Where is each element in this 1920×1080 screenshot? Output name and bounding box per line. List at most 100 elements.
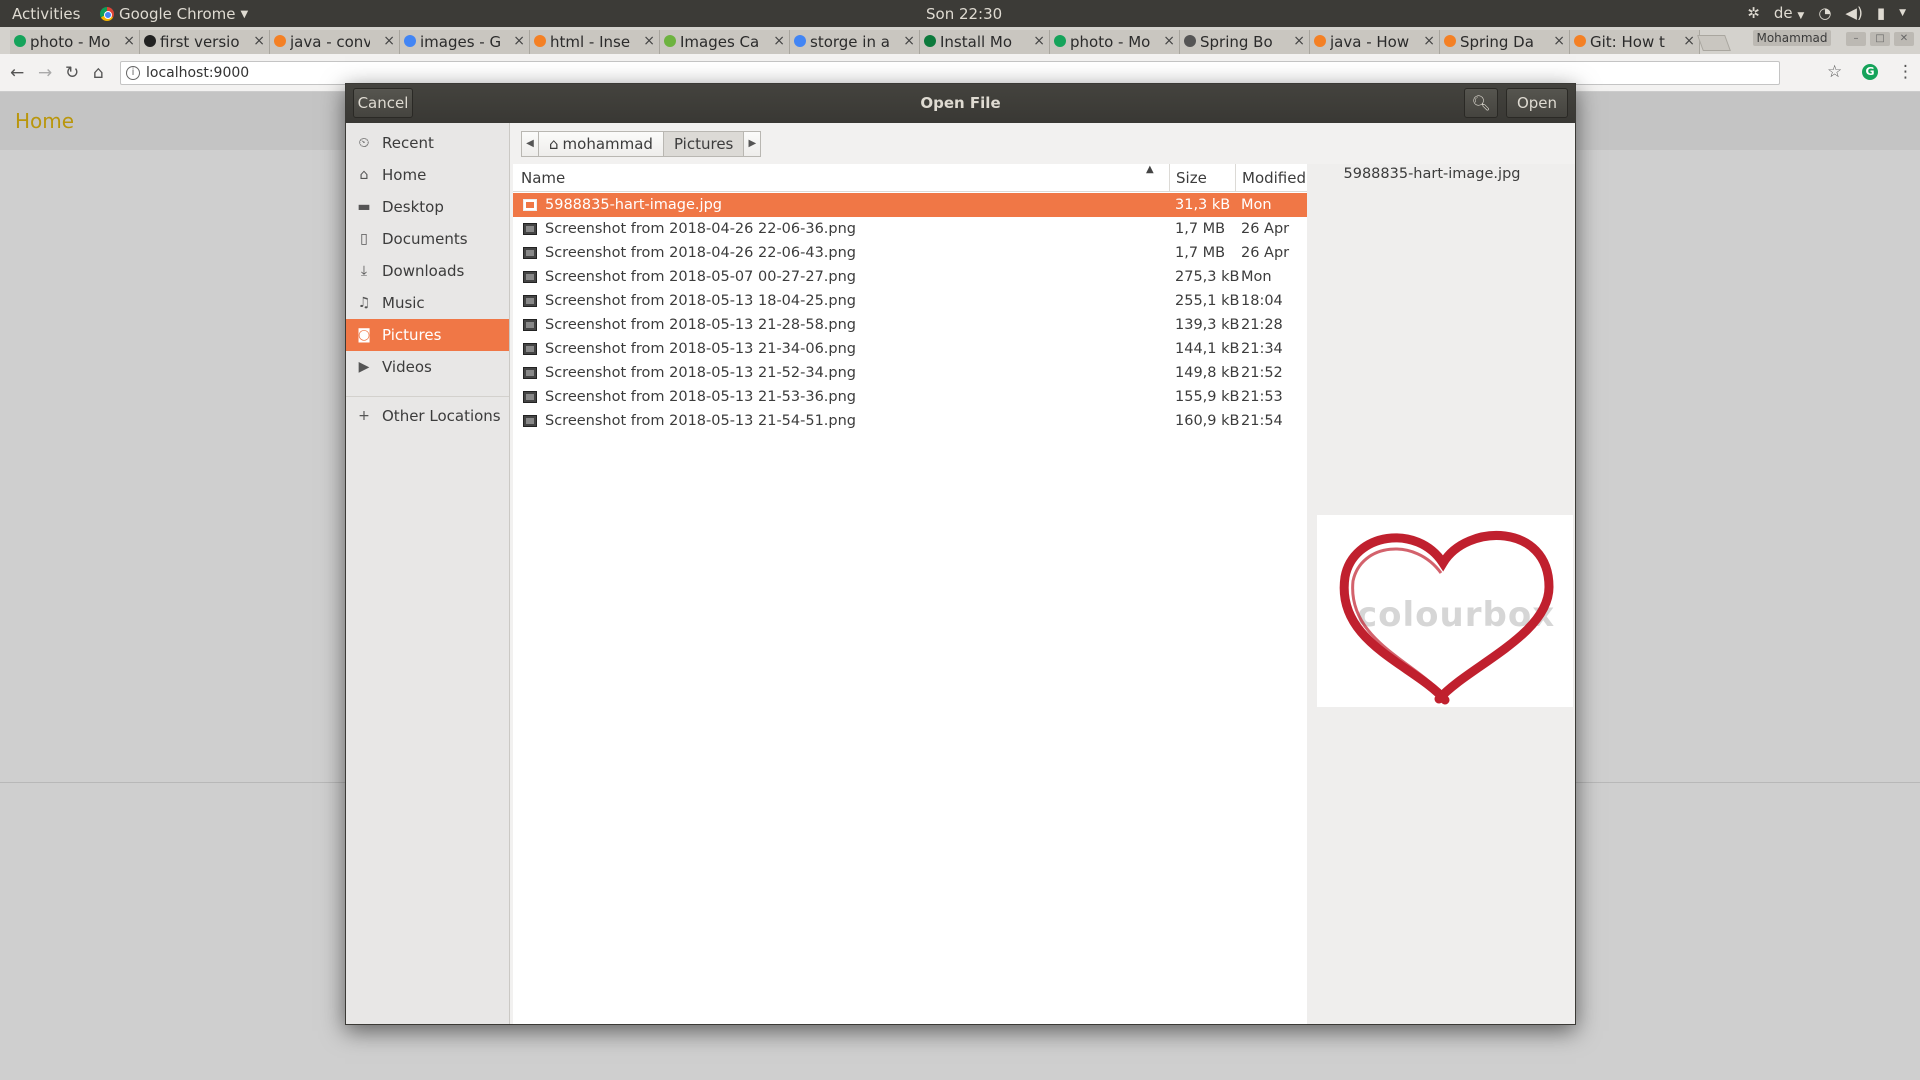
file-name: Screenshot from 2018-05-13 21-34-06.png [545, 341, 857, 357]
browser-tab[interactable]: images - G × [400, 30, 530, 54]
google-icon [404, 35, 416, 47]
sidebar-item-pictures[interactable]: ◙ Pictures [346, 319, 509, 351]
close-tab-icon[interactable]: × [643, 33, 655, 49]
close-tab-icon[interactable]: × [513, 33, 525, 49]
close-tab-icon[interactable]: × [1683, 33, 1695, 49]
browser-tab[interactable]: photo - Mo × [10, 30, 140, 54]
search-button[interactable]: 🔍︎ [1464, 88, 1498, 118]
camera-icon: ◙ [357, 327, 371, 343]
close-tab-icon[interactable]: × [383, 33, 395, 49]
page-icon [1184, 35, 1196, 47]
file-row[interactable]: Screenshot from 2018-05-07 00-27-27.png 2… [513, 265, 1307, 289]
back-arrow-icon[interactable]: ← [10, 63, 24, 83]
file-name: Screenshot from 2018-05-13 18-04-25.png [545, 293, 857, 309]
home-icon[interactable]: ⌂ [93, 63, 104, 83]
address-input[interactable]: i localhost:9000 [120, 61, 1780, 85]
close-tab-icon[interactable]: × [773, 33, 785, 49]
sidebar-item-downloads[interactable]: ⤓ Downloads [346, 255, 509, 287]
bookmark-star-icon[interactable]: ☆ [1827, 62, 1842, 82]
browser-tab[interactable]: first versio × [140, 30, 270, 54]
sidebar-item-music[interactable]: ♫ Music [346, 287, 509, 319]
open-button[interactable]: Open [1506, 88, 1568, 118]
sidebar-item-documents[interactable]: ▯ Documents [346, 223, 509, 255]
sidebar-item-other-locations[interactable]: + Other Locations [346, 400, 509, 432]
places-sidebar: ⏲ Recent ⌂ Home ▬ Desktop ▯ Documents ⤓ Downloads… [346, 123, 510, 1024]
path-button-current[interactable]: Pictures [662, 131, 745, 157]
close-tab-icon[interactable]: × [1033, 33, 1045, 49]
reload-icon[interactable]: ↻ [65, 63, 79, 83]
profile-button[interactable]: Mohammad [1753, 30, 1831, 46]
close-tab-icon[interactable]: × [903, 33, 915, 49]
navbar-home-link[interactable]: Home [15, 109, 74, 133]
new-tab-button[interactable] [1697, 35, 1731, 51]
minimize-button[interactable]: – [1846, 32, 1866, 46]
file-modified: 21:28 [1241, 317, 1283, 333]
file-name: Screenshot from 2018-05-13 21-52-34.png [545, 365, 857, 381]
browser-tab[interactable]: java - conv × [270, 30, 400, 54]
browser-tab[interactable]: Spring Bo × [1180, 30, 1310, 54]
sidebar-item-label: Downloads [382, 262, 465, 280]
grammarly-extension-icon[interactable]: G [1862, 64, 1878, 80]
info-icon[interactable]: i [126, 66, 140, 80]
browser-tab[interactable]: Install Mo × [920, 30, 1050, 54]
file-row[interactable]: 5988835-hart-image.jpg 31,3 kB Mon [513, 193, 1307, 217]
file-row[interactable]: Screenshot from 2018-05-13 21-52-34.png 1… [513, 361, 1307, 385]
close-tab-icon[interactable]: × [253, 33, 265, 49]
browser-tab[interactable]: Images Ca × [660, 30, 790, 54]
image-file-icon [523, 343, 537, 355]
close-tab-icon[interactable]: × [1293, 33, 1305, 49]
file-row[interactable]: Screenshot from 2018-05-13 21-28-58.png 1… [513, 313, 1307, 337]
browser-tab[interactable]: storge in a × [790, 30, 920, 54]
file-name: Screenshot from 2018-05-13 21-54-51.png [545, 413, 857, 429]
browser-tab[interactable]: Spring Da × [1440, 30, 1570, 54]
file-row[interactable]: Screenshot from 2018-04-26 22-06-36.png 1… [513, 217, 1307, 241]
video-icon: ▶ [358, 359, 370, 375]
dialog-title: Open File [920, 94, 1001, 112]
top-panel: Activities Google Chrome ▼ Son 22:30 ✲ d… [0, 0, 1920, 27]
file-row[interactable]: Screenshot from 2018-05-13 18-04-25.png 2… [513, 289, 1307, 313]
kebab-menu-icon[interactable]: ⋮ [1897, 62, 1914, 82]
close-tab-icon[interactable]: × [1163, 33, 1175, 49]
sidebar-item-videos[interactable]: ▶ Videos [346, 351, 509, 383]
activities-button[interactable]: Activities [12, 5, 80, 23]
app-menu[interactable]: Google Chrome ▼ [100, 5, 248, 23]
wifi-icon[interactable]: ◔ [1818, 4, 1831, 22]
browser-tab[interactable]: photo - Mo × [1050, 30, 1180, 54]
file-row[interactable]: Screenshot from 2018-05-13 21-54-51.png 1… [513, 409, 1307, 433]
close-tab-icon[interactable]: × [1553, 33, 1565, 49]
path-button-home[interactable]: ⌂ mohammad [538, 131, 664, 157]
forward-arrow-icon[interactable]: → [38, 63, 52, 83]
sidebar-item-desktop[interactable]: ▬ Desktop [346, 191, 509, 223]
file-modified: Mon [1241, 269, 1272, 285]
close-tab-icon[interactable]: × [1423, 33, 1435, 49]
path-scroll-right-button[interactable]: ▶ [743, 131, 762, 157]
browser-tab[interactable]: Git: How t × [1570, 30, 1700, 54]
file-name: Screenshot from 2018-04-26 22-06-36.png [545, 221, 857, 237]
file-row[interactable]: Screenshot from 2018-05-13 21-34-06.png 1… [513, 337, 1307, 361]
tab-title: Git: How t [1590, 33, 1665, 51]
file-size: 155,9 kB [1175, 389, 1240, 405]
battery-icon[interactable]: ▮ [1877, 4, 1885, 22]
close-tab-icon[interactable]: × [123, 33, 135, 49]
close-window-button[interactable]: ✕ [1894, 32, 1914, 46]
column-modified[interactable]: Modified [1235, 164, 1307, 192]
clock[interactable]: Son 22:30 [926, 5, 1002, 23]
sidebar-item-home[interactable]: ⌂ Home [346, 159, 509, 191]
chevron-down-icon[interactable]: ▼ [1899, 8, 1906, 18]
column-size[interactable]: Size [1169, 164, 1235, 192]
settings-icon[interactable]: ✲ [1747, 4, 1760, 22]
maximize-button[interactable]: □ [1870, 32, 1890, 46]
path-scroll-left-button[interactable]: ◀ [521, 131, 539, 157]
tab-title: java - conv [290, 33, 370, 51]
browser-tab[interactable]: html - Inse × [530, 30, 660, 54]
file-row[interactable]: Screenshot from 2018-04-26 22-06-43.png 1… [513, 241, 1307, 265]
sidebar-item-recent[interactable]: ⏲ Recent [346, 127, 509, 159]
image-file-icon [523, 367, 537, 379]
file-row[interactable]: Screenshot from 2018-05-13 21-53-36.png 1… [513, 385, 1307, 409]
file-name: Screenshot from 2018-05-13 21-53-36.png [545, 389, 857, 405]
keyboard-layout-indicator[interactable]: de ▼ [1774, 4, 1804, 22]
column-name[interactable]: Name [521, 164, 1161, 192]
cancel-button[interactable]: Cancel [353, 88, 413, 118]
browser-tab[interactable]: java - How × [1310, 30, 1440, 54]
volume-icon[interactable]: ◀) [1845, 4, 1862, 22]
